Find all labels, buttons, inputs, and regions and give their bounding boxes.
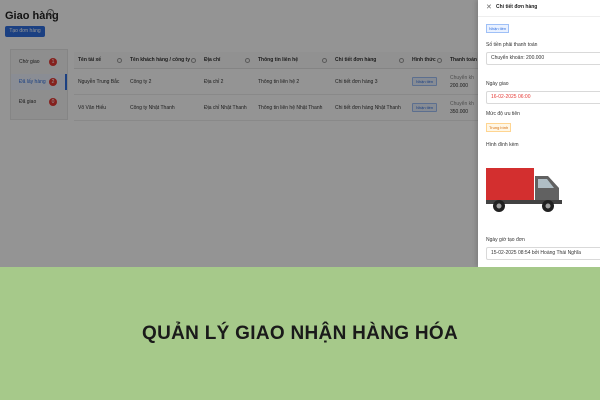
attachment-label: Hình đính kèm xyxy=(486,142,519,148)
status-tag: Nhận tiền xyxy=(486,24,510,33)
cell-type: Nhận tiền xyxy=(408,95,446,120)
truck-image[interactable] xyxy=(486,164,566,214)
column-header-customer[interactable]: Tên khách hàng / công ty xyxy=(126,52,200,68)
close-icon[interactable]: ✕ xyxy=(486,4,492,11)
search-icon[interactable] xyxy=(399,58,404,63)
search-icon[interactable] xyxy=(437,58,442,63)
tab-label: Đã giao xyxy=(19,99,37,105)
cell-type: Nhận tiền xyxy=(408,69,446,94)
order-detail-drawer: ✕ Chi tiết đơn hàng Nhận tiền Số tiền ph… xyxy=(478,0,600,267)
created-at-field[interactable]: 15-02-2025 08:54 bởi Hoàng Thái Nghĩa xyxy=(486,247,600,260)
drawer-title: Chi tiết đơn hàng xyxy=(496,4,538,10)
modal-overlay[interactable] xyxy=(0,0,478,267)
search-icon[interactable] xyxy=(322,58,327,63)
amount-field[interactable]: Chuyển khoản: 200.000 xyxy=(486,52,600,65)
orders-table: Tên tài xế Tên khách hàng / công ty Địa … xyxy=(74,52,478,121)
priority-tag: Trung bình xyxy=(486,123,512,132)
count-badge: 1 xyxy=(49,58,57,66)
payment-method: Chuyển kh xyxy=(450,101,474,107)
cell-address: Địa chỉ Nhật Thanh xyxy=(204,105,247,111)
tab-cho-giao[interactable]: Chờ giao 1 xyxy=(11,54,67,70)
count-badge: 2 xyxy=(49,78,57,86)
cell-customer: Công ty 2 xyxy=(130,79,152,85)
created-at-label: Ngày giờ tạo đơn xyxy=(486,237,525,243)
priority-label: Mức độ ưu tiên xyxy=(486,111,520,117)
column-header-payment[interactable]: Thanh toán xyxy=(446,52,478,68)
create-order-button[interactable]: Tạo đơn hàng xyxy=(5,26,45,37)
payment-amount: 350.000 xyxy=(450,109,469,115)
column-header-contact[interactable]: Thông tin liên hệ xyxy=(254,52,331,68)
cell-detail: Chi tiết đơn hàng 3 xyxy=(335,79,378,85)
amount-label: Số tiền phải thanh toán xyxy=(486,42,538,48)
cell-driver: Võ Văn Hiếu xyxy=(78,105,107,111)
type-tag: Nhận tiền xyxy=(412,103,438,112)
column-header-detail[interactable]: Chi tiết đơn hàng xyxy=(331,52,408,68)
type-tag: Nhận tiền xyxy=(412,77,438,86)
cell-contact: Thông tin liên hệ Nhật Thanh xyxy=(258,105,323,111)
tab-label: Chờ giao xyxy=(19,59,40,65)
divider xyxy=(478,16,600,17)
cell-driver: Nguyễn Trung Bắc xyxy=(78,79,120,85)
payment-method: Chuyển kh xyxy=(450,75,474,81)
app-screenshot: Giao hàng ? Tạo đơn hàng Chờ giao 1 Đã l… xyxy=(0,0,600,267)
column-header-type[interactable]: Hình thức xyxy=(408,52,446,68)
cell-contact: Thông tin liên hệ 2 xyxy=(258,79,300,85)
count-badge: 0 xyxy=(49,98,57,106)
tab-label: Đã lấy hàng xyxy=(19,79,46,85)
tab-da-giao[interactable]: Đã giao 0 xyxy=(11,94,67,110)
search-icon[interactable] xyxy=(117,58,122,63)
table-row[interactable]: Nguyễn Trung Bắc Công ty 2 Địa chỉ 2 Thô… xyxy=(74,69,478,95)
truck-hub-rear xyxy=(496,203,502,209)
table-row[interactable]: Võ Văn Hiếu Công ty Nhật Thanh Địa chỉ N… xyxy=(74,95,478,121)
payment-amount: 200.000 xyxy=(450,83,469,89)
help-icon[interactable]: ? xyxy=(47,9,54,16)
truck-cargo-box xyxy=(486,168,534,200)
search-icon[interactable] xyxy=(245,58,250,63)
truck-hub-front xyxy=(545,203,551,209)
column-header-address[interactable]: Địa chỉ xyxy=(200,52,254,68)
cell-payment: Chuyển kh 200.000 xyxy=(446,69,478,94)
tab-da-lay-hang[interactable]: Đã lấy hàng 2 xyxy=(11,74,67,90)
status-tabs: Chờ giao 1 Đã lấy hàng 2 Đã giao 0 xyxy=(10,49,68,120)
cell-address: Địa chỉ 2 xyxy=(204,79,224,85)
caption-title: QUẢN LÝ GIAO NHẬN HÀNG HÓA xyxy=(141,323,459,344)
cell-detail: Chi tiết đơn hàng Nhật Thanh xyxy=(335,105,401,111)
cell-customer: Công ty Nhật Thanh xyxy=(130,105,175,111)
search-icon[interactable] xyxy=(191,58,196,63)
table-header: Tên tài xế Tên khách hàng / công ty Địa … xyxy=(74,52,478,69)
delivery-date-field[interactable]: 16-02-2025 06:00 xyxy=(486,91,600,104)
column-header-driver[interactable]: Tên tài xế xyxy=(74,52,126,68)
cell-payment: Chuyển kh 350.000 xyxy=(446,95,478,120)
delivery-date-label: Ngày giao xyxy=(486,81,509,87)
